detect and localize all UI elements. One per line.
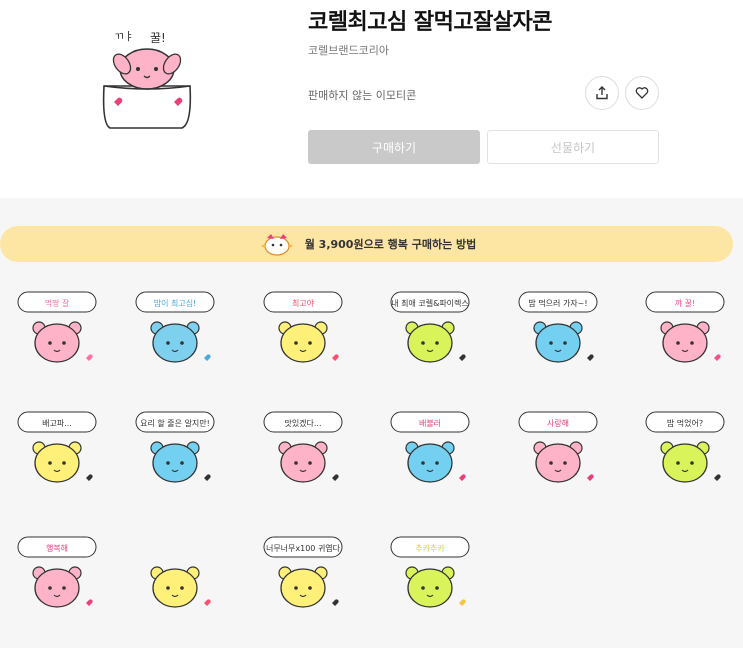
hero-sticker-image: ㄲㅑ 꿀! [92, 24, 202, 134]
sticker-image: 맛있겠다... [263, 411, 343, 483]
share-icon [596, 86, 608, 100]
sticker-item[interactable]: 내 최애 코렐&파이렉스 [385, 288, 475, 378]
sticker-item[interactable]: 추카추카 [385, 533, 475, 623]
like-button[interactable] [625, 76, 659, 110]
banner-text: 월 3,900원으로 행복 구매하는 방법 [304, 238, 477, 251]
sticker-caption: 밥 먹으러 가자~! [528, 298, 587, 308]
sticker-item[interactable]: 배고파... [12, 408, 102, 498]
sticker-image: 추카추카 [390, 536, 470, 608]
sticker-image: 먹짱 잘 [17, 291, 97, 363]
sticker-item[interactable]: 요리 할 줄은 알지만! [130, 408, 220, 498]
heart-icon [635, 87, 649, 99]
subscription-banner[interactable]: 월 3,900원으로 행복 구매하는 방법 [0, 226, 733, 262]
sticker-item[interactable]: 먹짱 잘 [12, 288, 102, 378]
sticker-caption: 너무너무x100 귀엽다 [266, 543, 341, 553]
share-button[interactable] [585, 76, 619, 110]
svg-text:ㄲㅑ: ㄲㅑ [114, 30, 134, 43]
sticker-item[interactable]: 사랑해 [513, 408, 603, 498]
sticker-image: 요리 할 줄은 알지만! [135, 411, 215, 483]
sticker-image: 행복해 [17, 536, 97, 608]
sale-status: 판매하지 않는 이모티콘 [308, 89, 417, 102]
sticker-caption: 밥 먹었어? [667, 418, 703, 428]
product-title: 코렐최고심 잘먹고잘살자콘 [308, 10, 553, 35]
sticker-caption: 밥이 최고심! [154, 298, 197, 308]
sticker-caption: 추카추카 [415, 544, 445, 553]
sticker-caption: 꺄 꿀! [675, 298, 695, 308]
sticker-image: 밥이 최고심! [135, 291, 215, 363]
sticker-item[interactable]: 맛있겠다... [258, 408, 348, 498]
sticker-image: 최고야 [263, 291, 343, 363]
sticker-item[interactable]: 밥 먹었어? [640, 408, 730, 498]
sticker-caption: 사랑해 [547, 418, 569, 428]
svg-text:꿀!: 꿀! [150, 31, 166, 45]
sticker-item[interactable]: 최고야 [258, 288, 348, 378]
sticker-item[interactable] [130, 533, 220, 623]
sticker-item[interactable]: 행복해 [12, 533, 102, 623]
sticker-item[interactable]: 밥이 최고심! [130, 288, 220, 378]
sticker-image: 내 최애 코렐&파이렉스 [390, 291, 470, 363]
sticker-image: 밥 먹었어? [645, 411, 725, 483]
sticker-caption: 내 최애 코렐&파이렉스 [391, 298, 469, 308]
sticker-image: 배불러 [390, 411, 470, 483]
sticker-gallery: 월 3,900원으로 행복 구매하는 방법 먹짱 잘 밥이 최고심! 최고야 내 최애… [0, 198, 743, 648]
sticker-caption: 먹짱 잘 [45, 298, 70, 308]
sticker-caption: 행복해 [46, 543, 68, 553]
sticker-caption: 배고파... [42, 419, 72, 428]
sticker-item[interactable]: 꺄 꿀! [640, 288, 730, 378]
sticker-item[interactable]: 배불러 [385, 408, 475, 498]
product-header: ㄲㅑ 꿀! 코렐최고심 잘먹고잘살자콘 코렐브랜드코리아 판매하지 않는 이모티… [0, 0, 743, 198]
sticker-item[interactable]: 너무너무x100 귀엽다 [258, 533, 348, 623]
sticker-image: 사랑해 [518, 411, 598, 483]
sticker-caption: 최고야 [292, 298, 315, 308]
buy-button[interactable]: 구매하기 [308, 130, 480, 164]
brand-name[interactable]: 코렐브랜드코리아 [308, 42, 389, 58]
sticker-image: 꺄 꿀! [645, 291, 725, 363]
gift-button[interactable]: 선물하기 [487, 130, 659, 164]
sticker-image: 밥 먹으러 가자~! [518, 291, 598, 363]
sticker-image: 너무너무x100 귀엽다 [263, 536, 343, 608]
sticker-image: 배고파... [17, 411, 97, 483]
sticker-caption: 맛있겠다... [284, 418, 321, 428]
sticker-image [150, 566, 211, 608]
mascot-icon [260, 234, 293, 256]
sticker-caption: 요리 할 줄은 알지만! [140, 418, 210, 428]
sticker-item[interactable]: 밥 먹으러 가자~! [513, 288, 603, 378]
sticker-caption: 배불러 [419, 418, 441, 428]
